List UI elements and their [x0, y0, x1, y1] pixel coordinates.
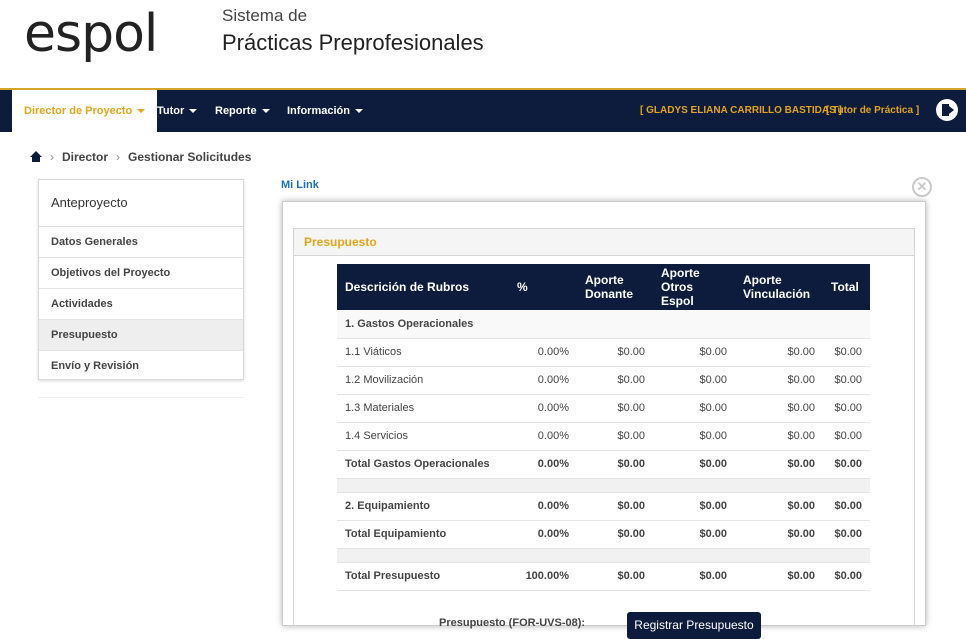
breadcrumb: › Director › Gestionar Solicitudes	[30, 150, 251, 164]
close-icon[interactable]: ✕	[912, 177, 932, 197]
col-header-donante: Aporte Donante	[577, 264, 653, 310]
col-header-vinculacion: Aporte Vinculación	[735, 264, 823, 310]
table-row: Total Presupuesto 100.00% $0.00 $0.00 $0.00 $…	[337, 562, 870, 591]
budget-panel: Presupuesto Descrición de Rubros % Aport…	[293, 228, 915, 639]
sidebar-item-actividades[interactable]: Actividades	[39, 289, 243, 320]
breadcrumb-director[interactable]: Director	[62, 150, 108, 164]
table-row: 1.3 Materiales 0.00% $0.00 $0.00 $0.00 $0.00	[337, 394, 870, 423]
budget-table: Descrición de Rubros % Aporte Donante Ap…	[337, 264, 870, 591]
system-title-line2: Prácticas Preprofesionales	[222, 30, 484, 55]
nav-reporte[interactable]: Reporte	[215, 90, 270, 132]
table-row: 1.2 Movilización 0.00% $0.00 $0.00 $0.00 $0.0…	[337, 366, 870, 395]
anteproyecto-sidebar: Anteproyecto Datos Generales Objetivos d…	[38, 179, 244, 380]
table-row: 1. Gastos Operacionales	[337, 310, 870, 339]
col-header-pct: %	[509, 264, 577, 310]
budget-modal: Presupuesto Descrición de Rubros % Aport…	[282, 201, 926, 639]
nav-informacion[interactable]: Información	[287, 90, 363, 132]
sidebar-item-datos-generales[interactable]: Datos Generales	[39, 227, 243, 258]
chevron-down-icon	[354, 109, 363, 114]
table-spacer-row	[337, 478, 870, 493]
site-header: espol Sistema de Prácticas Preprofesiona…	[0, 0, 966, 88]
table-row: 2. Equipamiento 0.00% $0.00 $0.00 $0.00 $0.00	[337, 492, 870, 521]
espol-logo: espol	[24, 4, 158, 64]
user-role[interactable]: [ Tutor de Práctica ]	[826, 90, 919, 132]
divider	[38, 397, 244, 398]
sidebar-item-presupuesto[interactable]: Presupuesto	[39, 320, 243, 351]
nav-director-proyecto[interactable]: Director de Proyecto	[12, 90, 158, 132]
table-row: Total Equipamiento 0.00% $0.00 $0.00 $0.00 $0…	[337, 520, 870, 549]
col-header-total: Total	[823, 264, 870, 310]
panel-title: Presupuesto	[294, 229, 914, 256]
col-header-rubros: Descrición de Rubros	[337, 264, 509, 310]
chevron-down-icon	[261, 109, 270, 114]
table-row: 1.1 Viáticos 0.00% $0.00 $0.00 $0.00 $0.00	[337, 338, 870, 367]
table-row: 1.4 Servicios 0.00% $0.00 $0.00 $0.00 $0.00	[337, 422, 870, 451]
nav-tutor[interactable]: Tutor	[157, 90, 198, 132]
sidebar-item-objetivos[interactable]: Objetivos del Proyecto	[39, 258, 243, 289]
table-row: Total Gastos Operacionales 0.00% $0.00 $0.0…	[337, 450, 870, 479]
col-header-otros: Aporte Otros Espol	[653, 264, 735, 310]
system-title-line1: Sistema de	[222, 6, 308, 25]
budget-form-label: Presupuesto (FOR-UVS-08):	[439, 617, 586, 629]
user-name[interactable]: [ GLADYS ELIANA CARRILLO BASTIDAS ]	[640, 90, 842, 132]
top-navbar: Director de Proyecto Tutor Reporte Infor…	[0, 88, 966, 132]
sidebar-title: Anteproyecto	[39, 180, 243, 227]
logout-icon[interactable]	[936, 99, 958, 121]
sidebar-item-envio-revision[interactable]: Envío y Revisión	[39, 351, 243, 382]
table-header-row: Descrición de Rubros % Aporte Donante Ap…	[337, 264, 870, 310]
table-spacer-row	[337, 548, 870, 563]
home-icon[interactable]	[30, 151, 42, 162]
breadcrumb-gestionar: Gestionar Solicitudes	[128, 150, 252, 164]
chevron-down-icon	[137, 109, 146, 114]
chevron-down-icon	[189, 109, 198, 114]
mi-link[interactable]: Mi Link	[281, 179, 319, 191]
